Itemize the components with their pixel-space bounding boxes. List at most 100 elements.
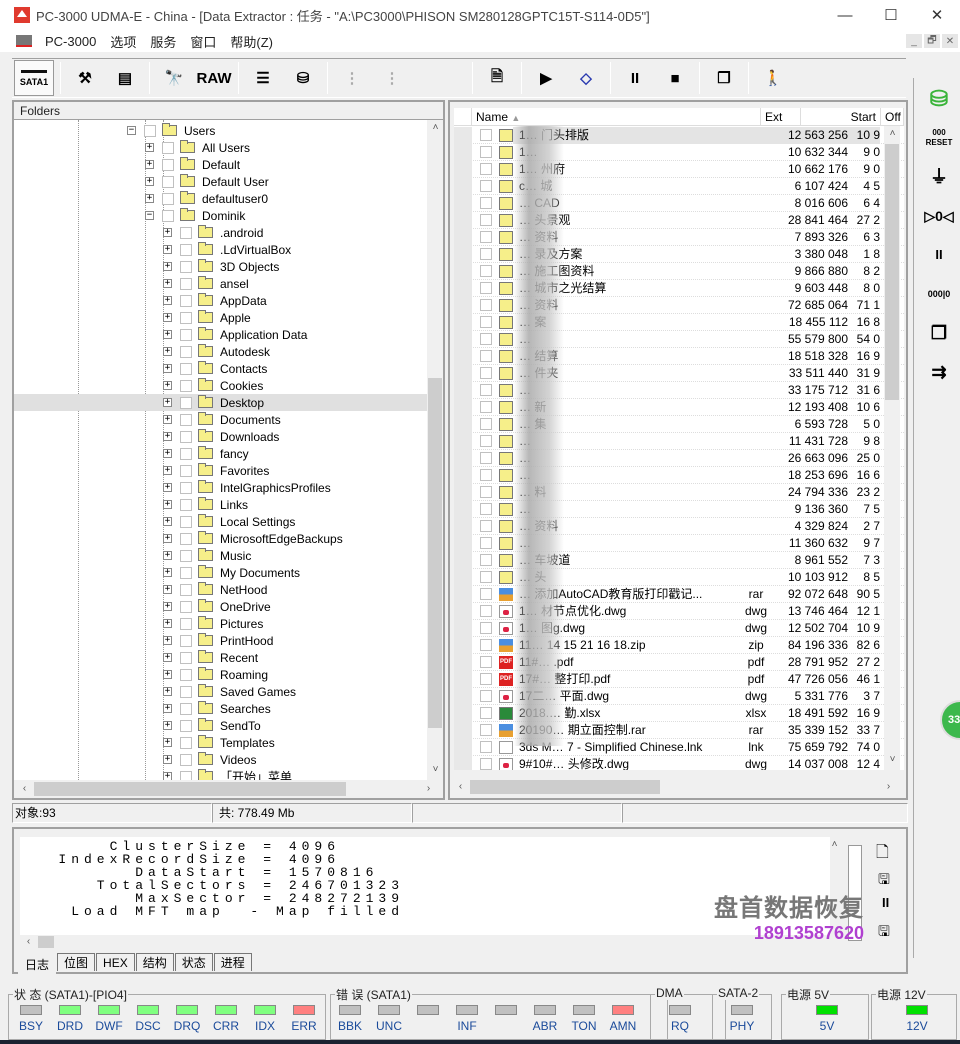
folder-tree-item[interactable]: + Favorites [14,462,427,479]
file-row[interactable]: … 33 175 712 31 6 [454,381,904,399]
file-row[interactable]: … 料 24 794 336 23 2 [454,483,904,501]
folder-tree-item[interactable]: + PrintHood [14,632,427,649]
file-checkbox[interactable] [480,724,492,736]
decision-icon[interactable]: ◇ [568,60,604,96]
folder-tree-item[interactable]: + Roaming [14,666,427,683]
file-checkbox[interactable] [480,435,492,447]
expand-icon[interactable]: + [163,296,172,305]
file-row[interactable]: … 11 431 728 9 8 [454,432,904,450]
disk-icon[interactable]: ⛁ [285,60,321,96]
folder-checkbox[interactable] [180,362,192,375]
scroll-thumb[interactable] [428,378,442,728]
folder-tree-item[interactable]: + fancy [14,445,427,462]
expand-icon[interactable]: + [145,177,154,186]
expand-icon[interactable]: + [163,738,172,747]
expand-icon[interactable]: + [163,398,172,407]
file-row[interactable]: … CAD 8 016 606 6 4 [454,194,904,212]
folder-tree-item[interactable]: + My Documents [14,564,427,581]
collapse-icon[interactable]: − [127,126,136,135]
folder-tree-item[interactable]: − Dominik [14,207,427,224]
expand-icon[interactable]: + [163,755,172,764]
expand-icon[interactable]: + [163,653,172,662]
file-checkbox[interactable] [480,146,492,158]
expand-icon[interactable]: + [163,534,172,543]
file-row[interactable]: … 资料 72 685 064 71 1 [454,296,904,314]
folder-checkbox[interactable] [180,328,192,341]
expand-icon[interactable]: + [163,449,172,458]
mdi-minimize-button[interactable]: _ [906,34,922,48]
folder-tree-item[interactable]: + NetHood [14,581,427,598]
folder-tree-item[interactable]: + Default [14,156,427,173]
close-windows-icon[interactable]: ❐ [922,316,956,350]
file-checkbox[interactable] [480,758,492,770]
expand-icon[interactable]: + [163,364,172,373]
file-row[interactable]: 1… 州府 10 662 176 9 0 [454,160,904,178]
file-checkbox[interactable] [480,469,492,481]
folder-checkbox[interactable] [180,719,192,732]
file-checkbox[interactable] [480,707,492,719]
log-scroll-up-icon[interactable]: ˄ [826,839,843,850]
folder-tree-vscroll[interactable]: ˄ ˅ [427,120,443,780]
scroll-up-icon[interactable]: ˄ [884,128,901,139]
expand-icon[interactable]: + [163,551,172,560]
stop-icon[interactable]: ■ [657,60,693,96]
scroll-up-icon[interactable]: ˄ [427,122,444,133]
folder-tree-item[interactable]: − Users [14,122,427,139]
folder-tree-item[interactable]: + Videos [14,751,427,768]
expand-icon[interactable]: + [163,602,172,611]
folder-tree-item[interactable]: + Cookies [14,377,427,394]
folder-tree-item[interactable]: + Music [14,547,427,564]
expand-icon[interactable]: + [145,160,154,169]
expand-icon[interactable]: + [163,670,172,679]
folder-checkbox[interactable] [180,770,192,780]
folder-tree-item[interactable]: + Pictures [14,615,427,632]
mdi-restore-button[interactable]: 🗗 [924,34,940,48]
folder-checkbox[interactable] [180,532,192,545]
file-checkbox[interactable] [480,214,492,226]
file-checkbox[interactable] [480,571,492,583]
file-checkbox[interactable] [480,163,492,175]
folder-tree-item[interactable]: + All Users [14,139,427,156]
expand-icon[interactable]: + [145,194,154,203]
folder-checkbox[interactable] [162,175,174,188]
file-row[interactable]: … 资料 7 893 326 6 3 [454,228,904,246]
folder-checkbox[interactable] [180,294,192,307]
log-tab[interactable]: 位图 [57,953,96,971]
folder-tree-item[interactable]: + Desktop [14,394,427,411]
file-checkbox[interactable] [480,316,492,328]
folder-checkbox[interactable] [180,549,192,562]
expand-icon[interactable]: + [163,313,172,322]
tree-structure-icon[interactable]: ⋮ [334,60,370,96]
file-row[interactable]: … 18 253 696 16 6 [454,466,904,484]
file-row[interactable]: … 55 579 800 54 0 [454,330,904,348]
file-row[interactable]: … 11 360 632 9 7 [454,534,904,552]
scroll-right-icon[interactable]: › [880,781,897,792]
file-row[interactable]: … 添加AutoCAD教育版打印戳记... rar 92 072 648 90 5 [454,585,904,603]
file-row[interactable]: c… 城 6 107 424 4 5 [454,177,904,195]
expand-icon[interactable]: + [163,687,172,696]
expand-icon[interactable]: + [163,704,172,713]
folder-tree-item[interactable]: + Autodesk [14,343,427,360]
save-log-icon[interactable]: 🖫 [878,869,890,893]
column-name[interactable]: Name ▲ [472,108,761,125]
file-row[interactable]: … 头景观 28 841 464 27 2 [454,211,904,229]
file-checkbox[interactable] [480,554,492,566]
raw-button[interactable]: RAW [196,60,232,96]
file-row[interactable]: PDF 17#… 整打印.pdf pdf 47 726 056 46 1 [454,670,904,688]
file-list-hscroll[interactable]: ‹ › [450,778,906,796]
expand-icon[interactable]: + [163,347,172,356]
exit-icon[interactable]: 🚶 [755,60,791,96]
file-row[interactable]: 9#10#… 头修改.dwg dwg 14 037 008 12 4 [454,755,904,770]
expand-icon[interactable]: + [163,636,172,645]
file-list-vscroll[interactable]: ˄ ˅ [884,126,900,770]
folder-checkbox[interactable] [180,566,192,579]
folder-checkbox[interactable] [180,498,192,511]
file-checkbox[interactable] [480,673,492,685]
folder-tree-item[interactable]: + MicrosoftEdgeBackups [14,530,427,547]
pc3000-menu-icon[interactable] [16,35,32,47]
folder-tree-item[interactable]: + Documents [14,411,427,428]
file-row[interactable]: … 新 12 193 408 10 6 [454,398,904,416]
file-row[interactable]: … 车坡道 8 961 552 7 3 [454,551,904,569]
folder-checkbox[interactable] [162,158,174,171]
folder-checkbox[interactable] [180,311,192,324]
